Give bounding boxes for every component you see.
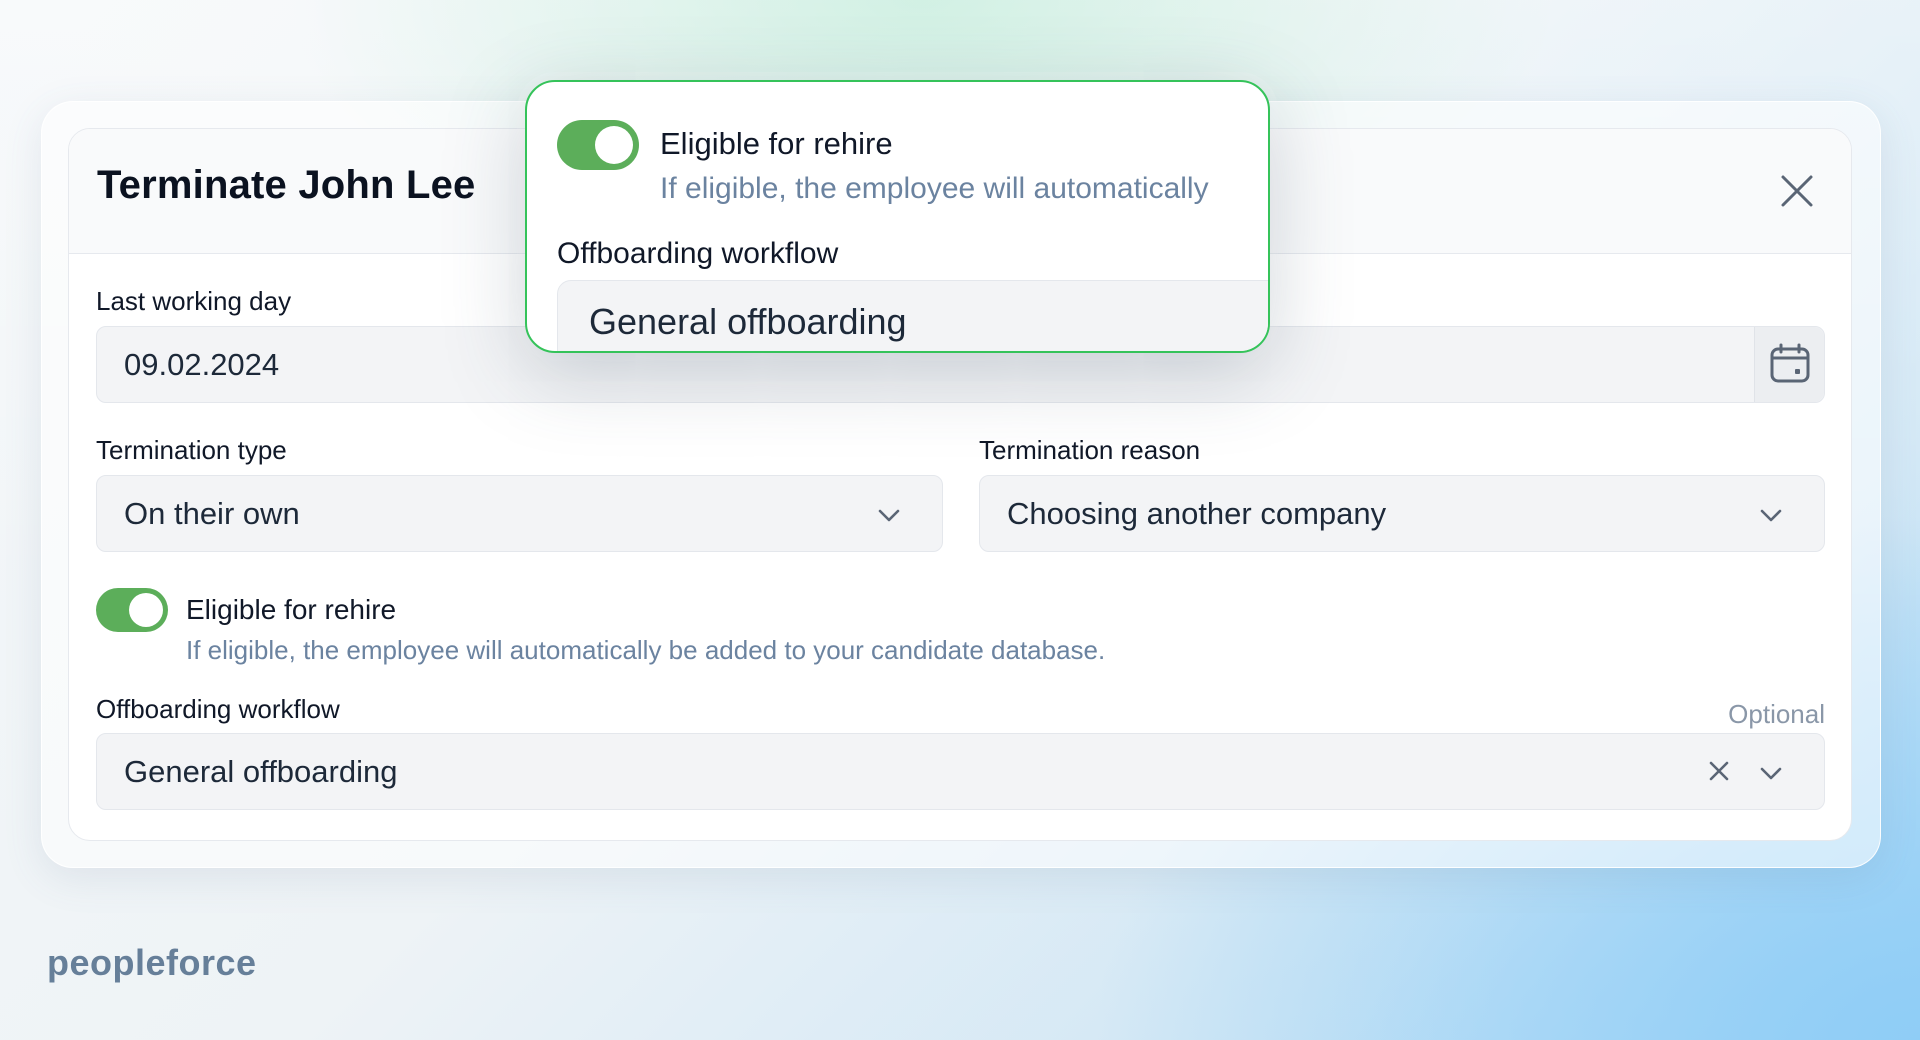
peopleforce-logo: peopleforce xyxy=(47,942,257,983)
chevron-down-icon xyxy=(878,509,900,522)
termination-reason-value: Choosing another company xyxy=(1007,496,1387,531)
callout-rehire-toggle[interactable] xyxy=(557,120,639,170)
offboarding-value: General offboarding xyxy=(124,754,398,789)
zoom-callout: Eligible for rehire If eligible, the emp… xyxy=(525,80,1270,353)
rehire-description: If eligible, the employee will automatic… xyxy=(186,635,1106,665)
offboarding-select[interactable]: General offboarding xyxy=(96,733,1825,810)
calendar-icon xyxy=(1770,343,1810,383)
dialog-title: Terminate John Lee xyxy=(97,163,476,207)
chevron-down-icon xyxy=(1760,509,1782,522)
last-working-day-value: 09.02.2024 xyxy=(124,347,280,382)
termination-type-label: Termination type xyxy=(96,435,287,465)
termination-reason-select[interactable]: Choosing another company xyxy=(979,475,1825,552)
last-working-day-label: Last working day xyxy=(96,286,292,316)
callout-offboarding-label: Offboarding workflow xyxy=(557,237,839,270)
callout-rehire-label: Eligible for rehire xyxy=(660,126,893,161)
callout-rehire-description: If eligible, the employee will automatic… xyxy=(660,172,1209,205)
close-button[interactable] xyxy=(1773,167,1821,215)
termination-type-select[interactable]: On their own xyxy=(96,475,943,552)
offboarding-label: Offboarding workflow xyxy=(96,694,340,724)
calendar-button[interactable] xyxy=(1754,327,1824,402)
termination-type-value: On their own xyxy=(124,496,300,531)
close-icon xyxy=(1781,175,1813,207)
rehire-toggle[interactable] xyxy=(96,588,168,632)
optional-label: Optional xyxy=(1728,699,1825,729)
termination-reason-label: Termination reason xyxy=(979,435,1201,465)
clear-icon[interactable] xyxy=(1704,756,1734,786)
chevron-down-icon xyxy=(1760,767,1782,780)
toggle-knob xyxy=(595,126,633,164)
toggle-knob xyxy=(129,593,163,627)
callout-offboarding-select[interactable]: General offboarding xyxy=(557,280,1268,351)
callout-offboarding-value: General offboarding xyxy=(589,301,907,342)
rehire-label: Eligible for rehire xyxy=(186,594,397,625)
